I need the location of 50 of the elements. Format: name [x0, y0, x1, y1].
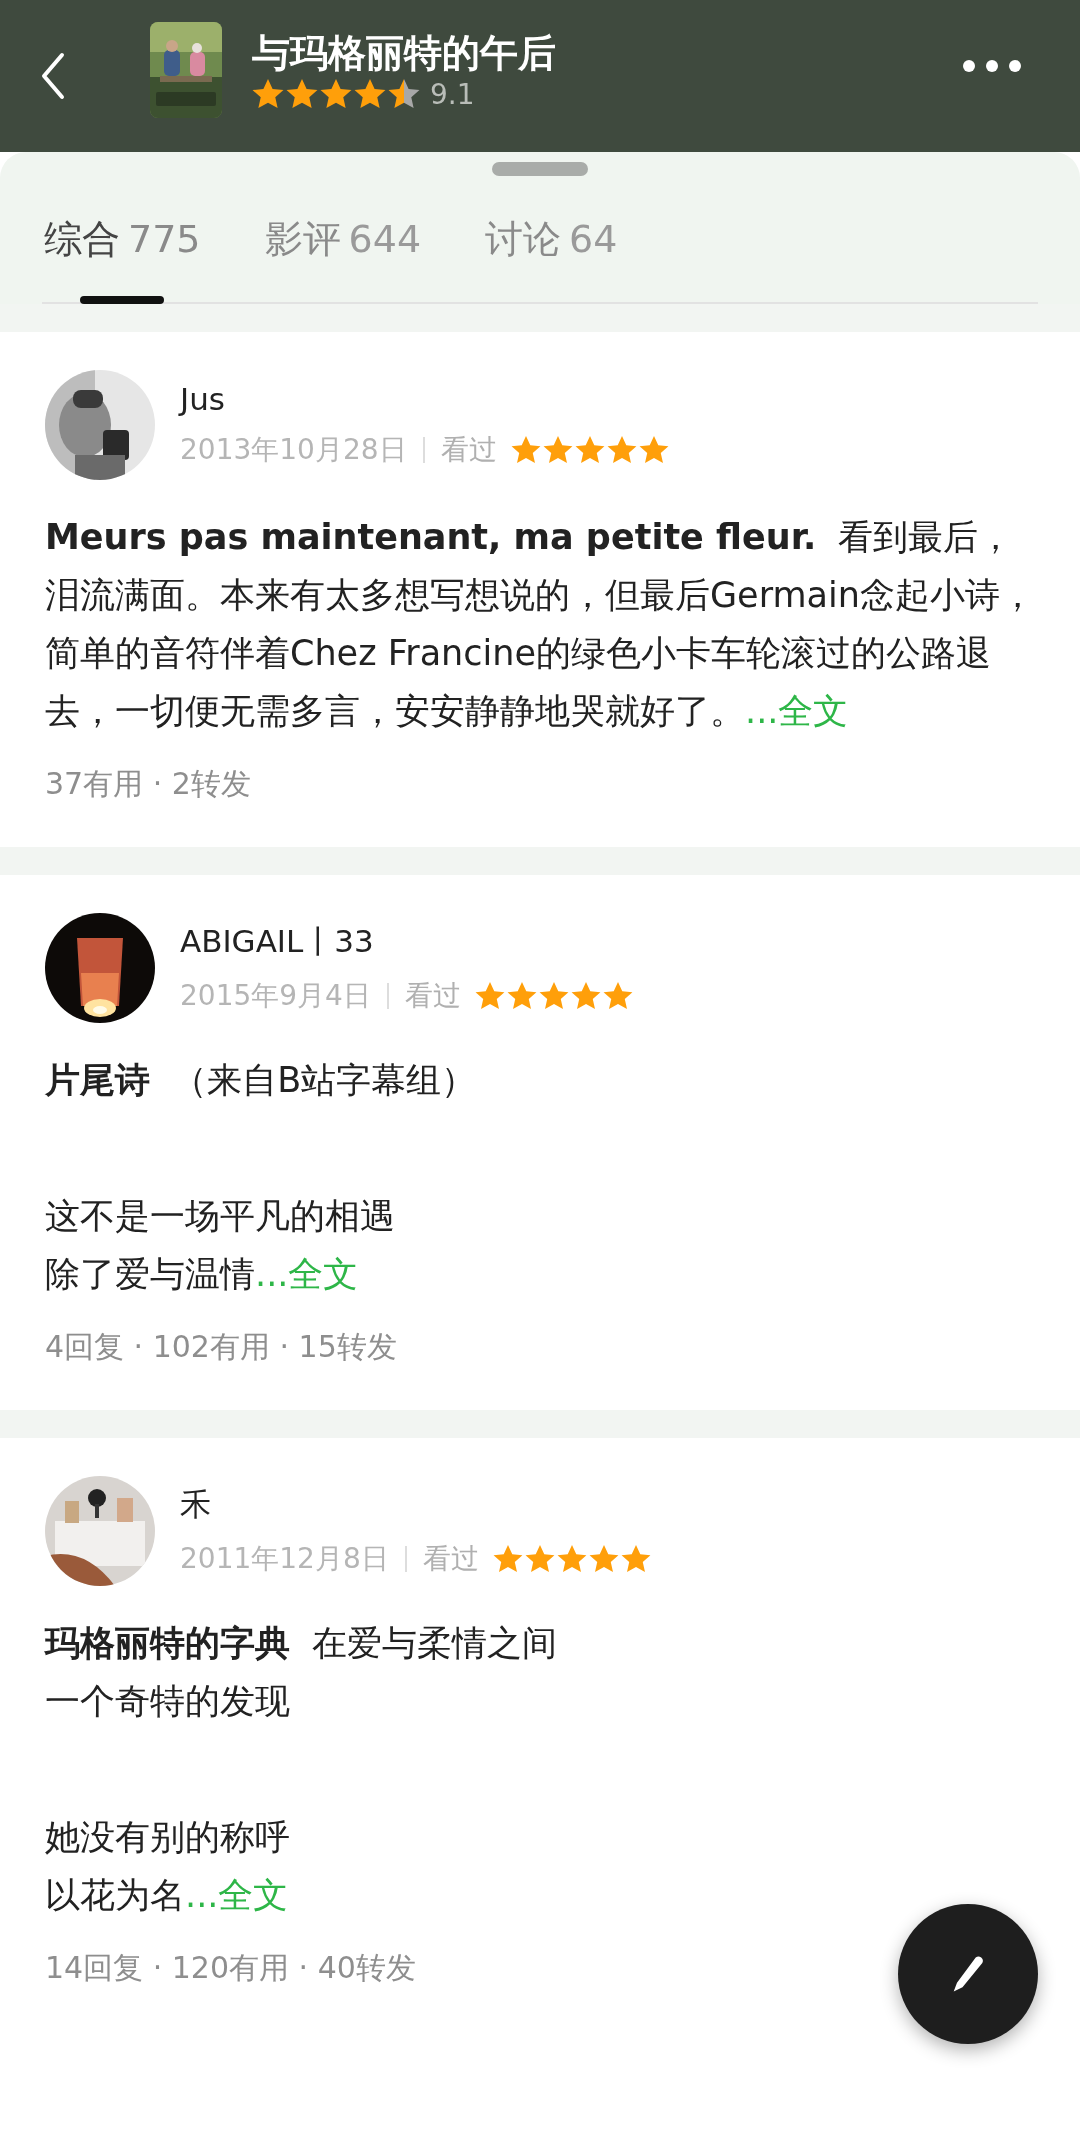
star-icon — [354, 79, 386, 109]
star-icon — [602, 982, 633, 1010]
full-text-link[interactable]: ...全文 — [745, 691, 849, 731]
review-date: 2013年10月28日 — [180, 437, 425, 463]
star-icon — [606, 436, 637, 464]
user-name[interactable]: Jus — [180, 381, 669, 417]
more-icon[interactable] — [962, 59, 1022, 73]
full-text-link[interactable]: ...全文 — [255, 1254, 359, 1294]
review-text: 玛格丽特的字典 在爱与柔情之间 — [45, 1622, 559, 1665]
review-date: 2011年12月8日 — [180, 1546, 407, 1572]
star-icon — [492, 1545, 523, 1573]
rating-score: 9.1 — [430, 77, 475, 111]
review-text: 片尾诗 （来自B站字幕组） — [45, 1059, 478, 1102]
watch-status: 看过 — [422, 1541, 479, 1577]
movie-title: 与玛格丽特的午后 — [252, 29, 557, 77]
star-icon — [638, 436, 669, 464]
star-icon — [574, 436, 605, 464]
watch-status: 看过 — [404, 978, 461, 1014]
star-icon — [474, 982, 505, 1010]
star-icon — [620, 1545, 651, 1573]
star-icon — [556, 1545, 587, 1573]
watch-status: 看过 — [440, 432, 497, 468]
tab[interactable]: 综合 775 — [42, 176, 203, 302]
star-icon — [252, 79, 284, 109]
star-icon — [286, 79, 318, 109]
review-text: 这不是一场平凡的相遇 — [45, 1195, 396, 1238]
star-icon — [388, 79, 420, 109]
review-text: 一个奇特的发现 — [45, 1680, 291, 1723]
star-icon — [570, 982, 601, 1010]
star-icon — [510, 436, 541, 464]
star-icon — [506, 982, 537, 1010]
star-icon — [588, 1545, 619, 1573]
star-icon — [538, 982, 569, 1010]
drag-handle[interactable] — [492, 162, 588, 176]
tab[interactable]: 讨论 64 — [483, 176, 620, 302]
star-icon — [524, 1545, 555, 1573]
review-stats: 4回复 · 102有用 · 15转发 — [45, 1328, 397, 1366]
tab[interactable]: 影评 644 — [262, 176, 424, 302]
review-date: 2015年9月4日 — [180, 983, 389, 1009]
review-text: Meurs pas maintenant, ma petite fleur. 看到最后，泪流满面。本来有太多想写想说的，但最后Germain念起小诗，简单的音符伴着Chez Francine的绿色小卡车轮滚过的公路退去，一切便无需多言，安安静静地哭就好了。...全文 — [45, 516, 1035, 733]
review-text: 她没有别的称呼 — [45, 1816, 291, 1859]
review-text: 以花为名...全文 — [45, 1874, 290, 1917]
full-text-link[interactable]: ...全文 — [185, 1875, 289, 1915]
star-icon — [320, 79, 352, 109]
user-name[interactable]: ABIGAIL丨33 — [180, 921, 633, 963]
star-icon — [542, 436, 573, 464]
user-name[interactable]: 禾 — [180, 1484, 651, 1526]
review-text: 除了爱与温情...全文 — [45, 1253, 360, 1296]
review-stats: 14回复 · 120有用 · 40转发 — [45, 1949, 416, 1987]
review-stats: 37有用 · 2转发 — [45, 765, 251, 803]
